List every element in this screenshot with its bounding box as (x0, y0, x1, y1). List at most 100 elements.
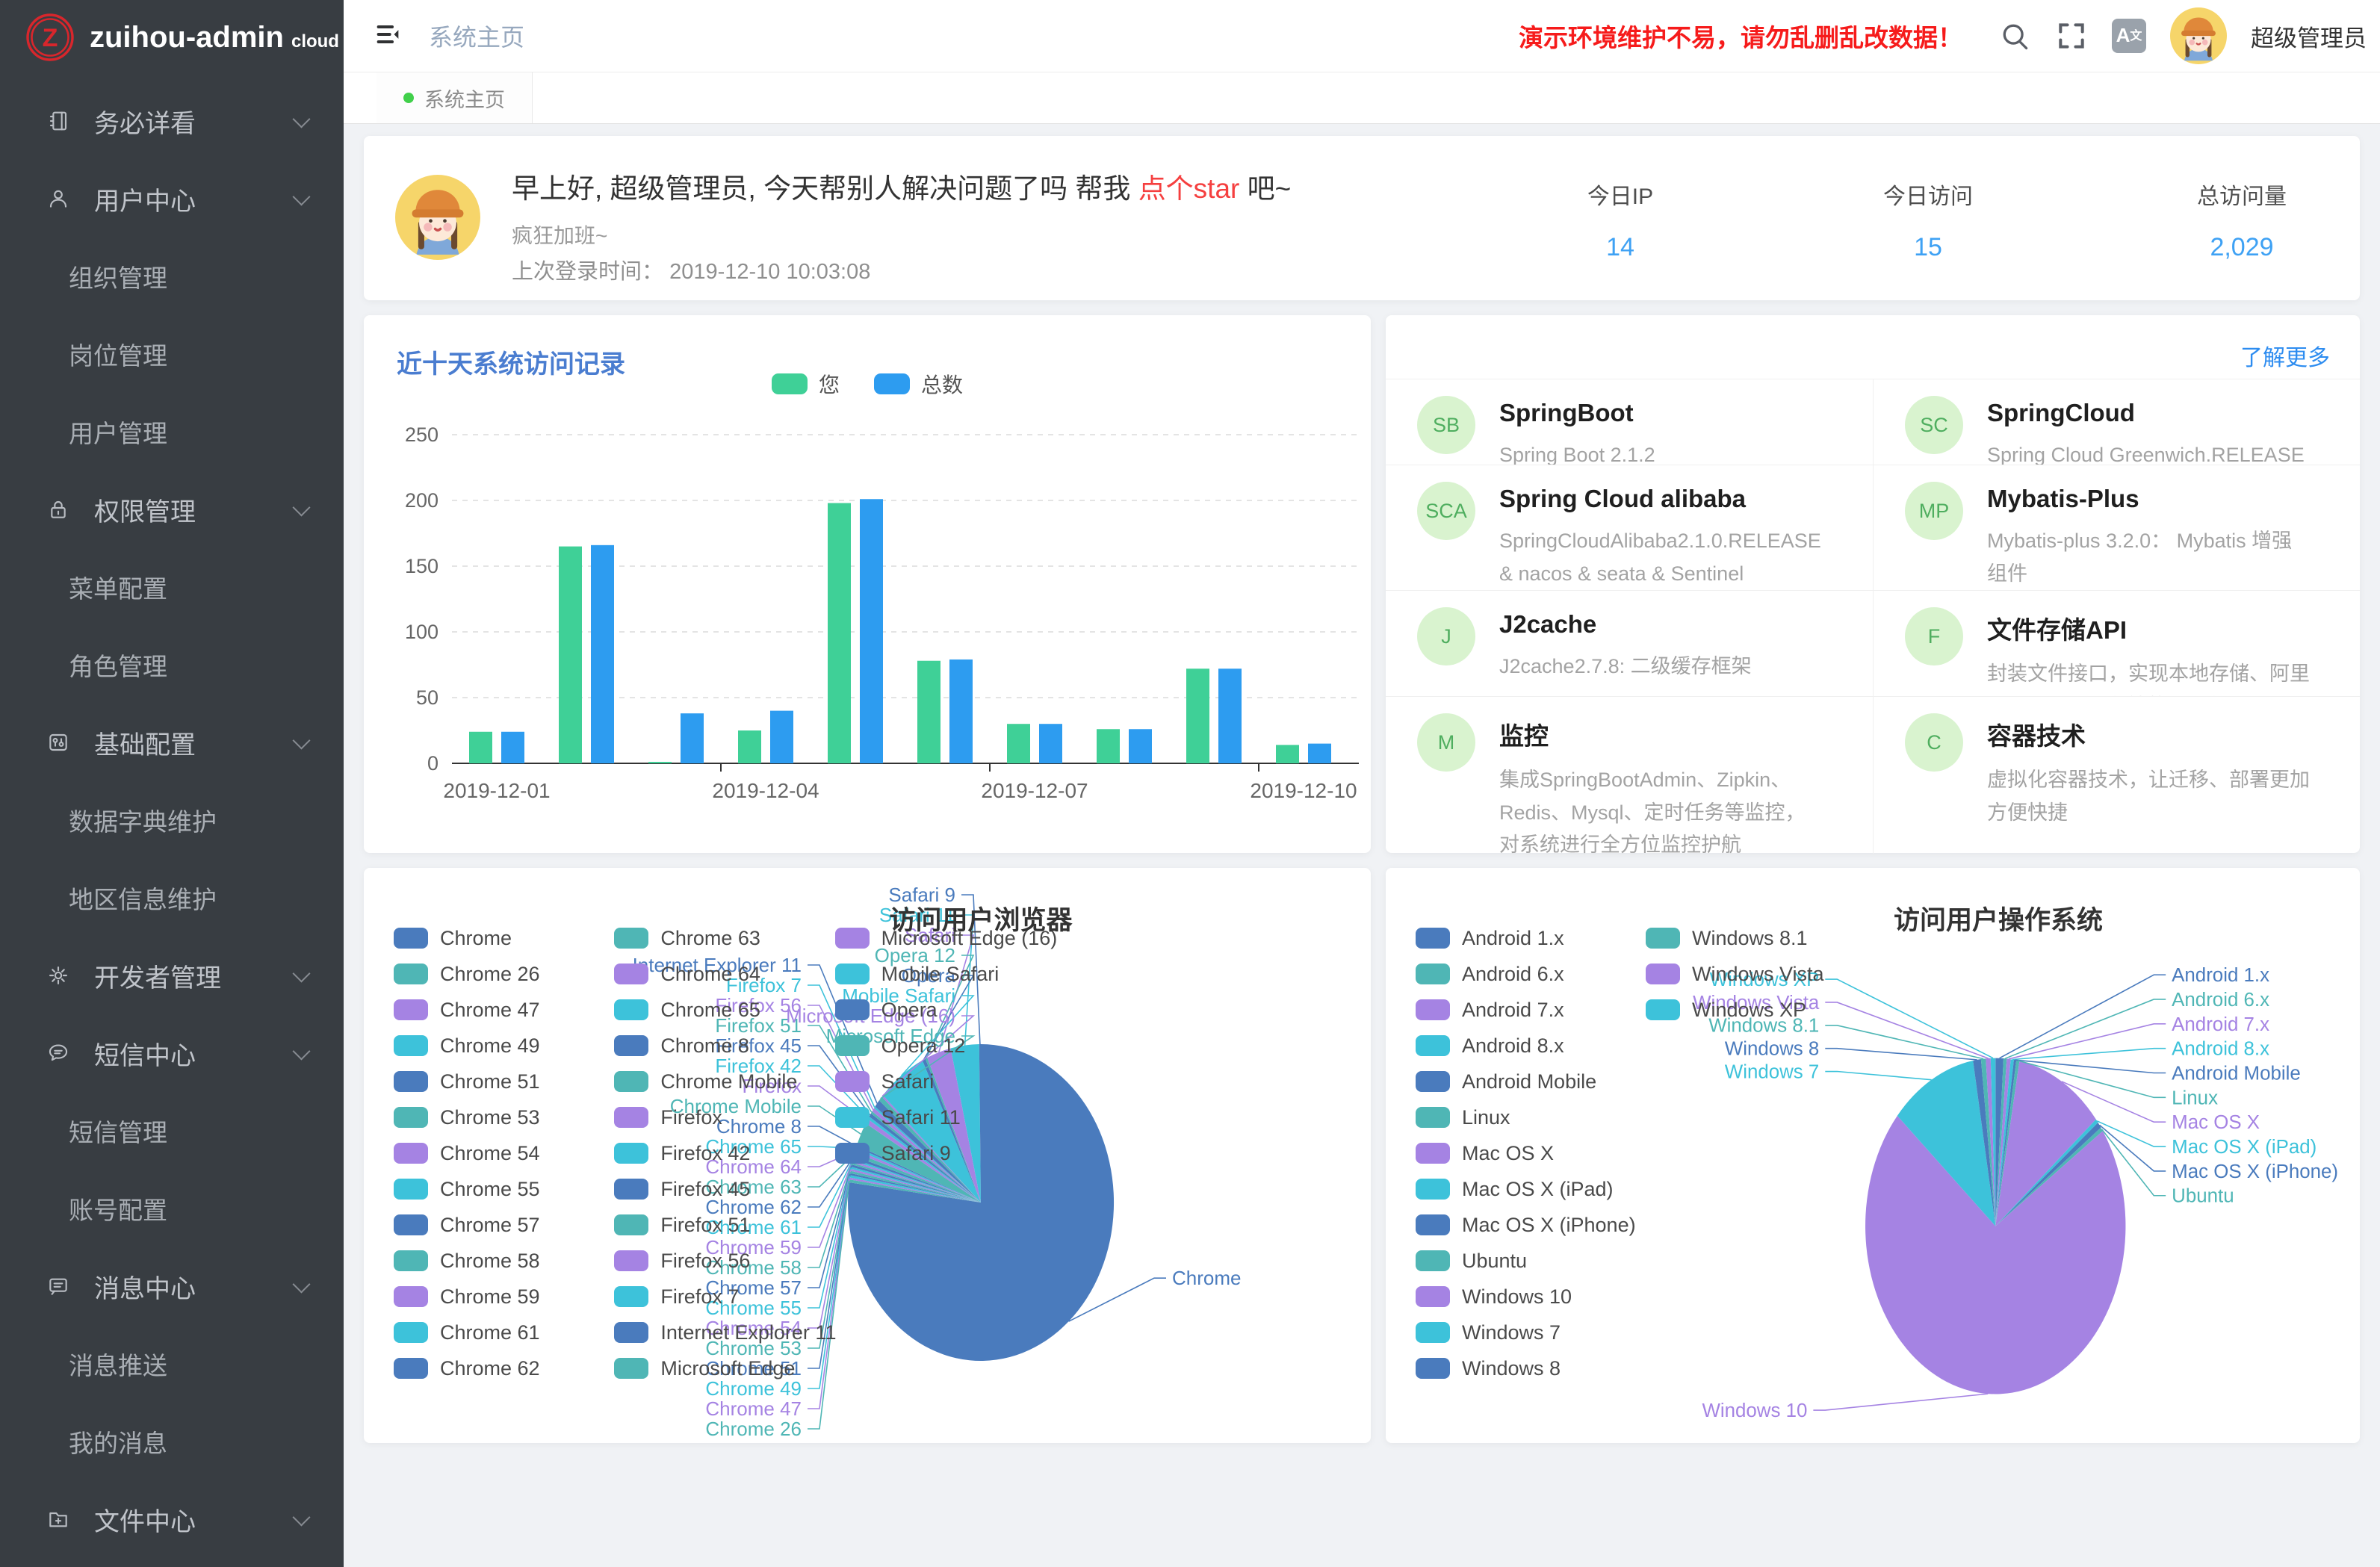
user-avatar[interactable] (2170, 7, 2227, 64)
legend-item-Ubuntu[interactable]: Ubuntu (1416, 1243, 1634, 1279)
legend-item-Chrome 58[interactable]: Chrome 58 (394, 1243, 602, 1279)
legend-swatch (835, 1143, 870, 1164)
bar-legend-您[interactable]: 您 (772, 369, 840, 399)
legend-item-Chrome 62[interactable]: Chrome 62 (394, 1350, 602, 1386)
bar-您-2019-12-08[interactable] (1097, 729, 1120, 763)
sidebar-subitem[interactable]: 菜单配置 (0, 548, 344, 626)
bar-您-2019-12-09[interactable] (1186, 668, 1209, 763)
legend-item-Firefox 45[interactable]: Firefox 45 (614, 1171, 822, 1207)
bar-legend-总数[interactable]: 总数 (874, 369, 963, 399)
legend-item-Chrome 63[interactable]: Chrome 63 (614, 920, 822, 956)
legend-item-Firefox 56[interactable]: Firefox 56 (614, 1243, 822, 1279)
legend-item-Mac OS X (iPhone)[interactable]: Mac OS X (iPhone) (1416, 1207, 1634, 1243)
sidebar-subitem[interactable]: 账号配置 (0, 1170, 344, 1247)
bar-您-2019-12-10[interactable] (1276, 745, 1299, 763)
bar-总数-2019-12-02[interactable] (591, 545, 614, 763)
legend-item-Chrome Mobile[interactable]: Chrome Mobile (614, 1064, 822, 1099)
bar-您-2019-12-04[interactable] (738, 730, 761, 763)
sidebar-item-gear[interactable]: 开发者管理 (0, 937, 344, 1014)
bar-您-2019-12-06[interactable] (917, 661, 940, 763)
legend-item-Android 8.x[interactable]: Android 8.x (1416, 1028, 1634, 1064)
sidebar-subitem[interactable]: 地区信息维护 (0, 859, 344, 937)
legend-item-Windows 10[interactable]: Windows 10 (1416, 1279, 1634, 1315)
legend-item-Opera[interactable]: Opera (835, 992, 1044, 1028)
language-switch-icon[interactable]: A文 (2112, 19, 2146, 53)
legend-item-Firefox[interactable]: Firefox (614, 1099, 822, 1135)
legend-item-Chrome 61[interactable]: Chrome 61 (394, 1315, 602, 1350)
sidebar-subitem[interactable]: 组织管理 (0, 238, 344, 315)
bar-您-2019-12-05[interactable] (828, 503, 851, 763)
legend-item-Safari 9[interactable]: Safari 9 (835, 1135, 1044, 1171)
legend-item-Firefox 7[interactable]: Firefox 7 (614, 1279, 822, 1315)
legend-item-Chrome 64[interactable]: Chrome 64 (614, 956, 822, 992)
legend-item-Android 1.x[interactable]: Android 1.x (1416, 920, 1634, 956)
bar-总数-2019-12-08[interactable] (1129, 729, 1152, 763)
legend-item-Chrome 54[interactable]: Chrome 54 (394, 1135, 602, 1171)
legend-item-Chrome 53[interactable]: Chrome 53 (394, 1099, 602, 1135)
legend-item-Chrome 8[interactable]: Chrome 8 (614, 1028, 822, 1064)
bar-总数-2019-12-07[interactable] (1039, 724, 1062, 763)
sidebar-item-message[interactable]: 消息中心 (0, 1247, 344, 1325)
star-link[interactable]: 点个star (1138, 173, 1240, 204)
legend-item-Internet Explorer 11[interactable]: Internet Explorer 11 (614, 1315, 822, 1350)
sidebar-subitem[interactable]: 用户管理 (0, 393, 344, 471)
sidebar-item-sliders[interactable]: 基础配置 (0, 704, 344, 781)
sidebar-item-user[interactable]: 用户中心 (0, 160, 344, 238)
sidebar-item-folder-add[interactable]: 文件中心 (0, 1480, 344, 1558)
legend-item-Chrome 26[interactable]: Chrome 26 (394, 956, 602, 992)
username[interactable]: 超级管理员 (2251, 19, 2367, 53)
bar-总数-2019-12-03[interactable] (681, 713, 704, 763)
legend-item-Windows 8[interactable]: Windows 8 (1416, 1350, 1634, 1386)
sidebar-item-lock[interactable]: 权限管理 (0, 471, 344, 548)
legend-item-Firefox 51[interactable]: Firefox 51 (614, 1207, 822, 1243)
legend-item-Chrome[interactable]: Chrome (394, 920, 602, 956)
legend-item-Android 7.x[interactable]: Android 7.x (1416, 992, 1634, 1028)
legend-item-Windows 7[interactable]: Windows 7 (1416, 1315, 1634, 1350)
legend-item-Firefox 42[interactable]: Firefox 42 (614, 1135, 822, 1171)
sidebar-subitem[interactable]: 消息推送 (0, 1325, 344, 1403)
bar-总数-2019-12-10[interactable] (1308, 744, 1331, 763)
legend-item-Windows 8.1[interactable]: Windows 8.1 (1646, 920, 1864, 956)
sidebar-subitem[interactable]: 数据字典维护 (0, 781, 344, 859)
legend-item-Android 6.x[interactable]: Android 6.x (1416, 956, 1634, 992)
fullscreen-icon[interactable] (2055, 19, 2088, 52)
legend-item-Mac OS X (iPad)[interactable]: Mac OS X (iPad) (1416, 1171, 1634, 1207)
tab-home[interactable]: 系统主页 (376, 72, 533, 123)
sidebar-item-chat[interactable]: 短信中心 (0, 1014, 344, 1092)
legend-item-Chrome 49[interactable]: Chrome 49 (394, 1028, 602, 1064)
sidebar-subitem[interactable]: 短信管理 (0, 1092, 344, 1170)
bar-总数-2019-12-09[interactable] (1218, 668, 1242, 763)
sidebar-subitem[interactable]: 角色管理 (0, 626, 344, 704)
legend-item-Safari[interactable]: Safari (835, 1064, 1044, 1099)
legend-swatch (772, 373, 808, 394)
bar-总数-2019-12-06[interactable] (949, 660, 973, 763)
bar-总数-2019-12-01[interactable] (501, 732, 524, 763)
bar-总数-2019-12-05[interactable] (860, 499, 883, 763)
learn-more-link[interactable]: 了解更多 (2240, 339, 2330, 372)
legend-item-Chrome 59[interactable]: Chrome 59 (394, 1279, 602, 1315)
bar-您-2019-12-03[interactable] (648, 762, 672, 763)
sidebar-subitem[interactable]: 岗位管理 (0, 315, 344, 393)
bar-总数-2019-12-04[interactable] (770, 711, 793, 763)
legend-item-Windows XP[interactable]: Windows XP (1646, 992, 1864, 1028)
search-icon[interactable] (1998, 19, 2031, 52)
legend-item-Android Mobile[interactable]: Android Mobile (1416, 1064, 1634, 1099)
legend-item-Mac OS X[interactable]: Mac OS X (1416, 1135, 1634, 1171)
legend-item-Mobile Safari[interactable]: Mobile Safari (835, 956, 1044, 992)
legend-item-Safari 11[interactable]: Safari 11 (835, 1099, 1044, 1135)
legend-item-Microsoft Edge[interactable]: Microsoft Edge (614, 1350, 822, 1386)
legend-item-Chrome 55[interactable]: Chrome 55 (394, 1171, 602, 1207)
sidebar-subitem[interactable]: 我的消息 (0, 1403, 344, 1480)
legend-item-Opera 12[interactable]: Opera 12 (835, 1028, 1044, 1064)
bar-您-2019-12-01[interactable] (469, 732, 492, 763)
bar-您-2019-12-02[interactable] (559, 547, 582, 763)
legend-item-Chrome 57[interactable]: Chrome 57 (394, 1207, 602, 1243)
bar-您-2019-12-07[interactable] (1007, 724, 1030, 763)
legend-item-Linux[interactable]: Linux (1416, 1099, 1634, 1135)
legend-item-Chrome 51[interactable]: Chrome 51 (394, 1064, 602, 1099)
legend-item-Chrome 47[interactable]: Chrome 47 (394, 992, 602, 1028)
sidebar-toggle-icon[interactable] (374, 19, 403, 53)
sidebar-item-notebook[interactable]: 务必详看 (0, 82, 344, 160)
legend-item-Chrome 65[interactable]: Chrome 65 (614, 992, 822, 1028)
legend-item-Windows Vista[interactable]: Windows Vista (1646, 956, 1864, 992)
